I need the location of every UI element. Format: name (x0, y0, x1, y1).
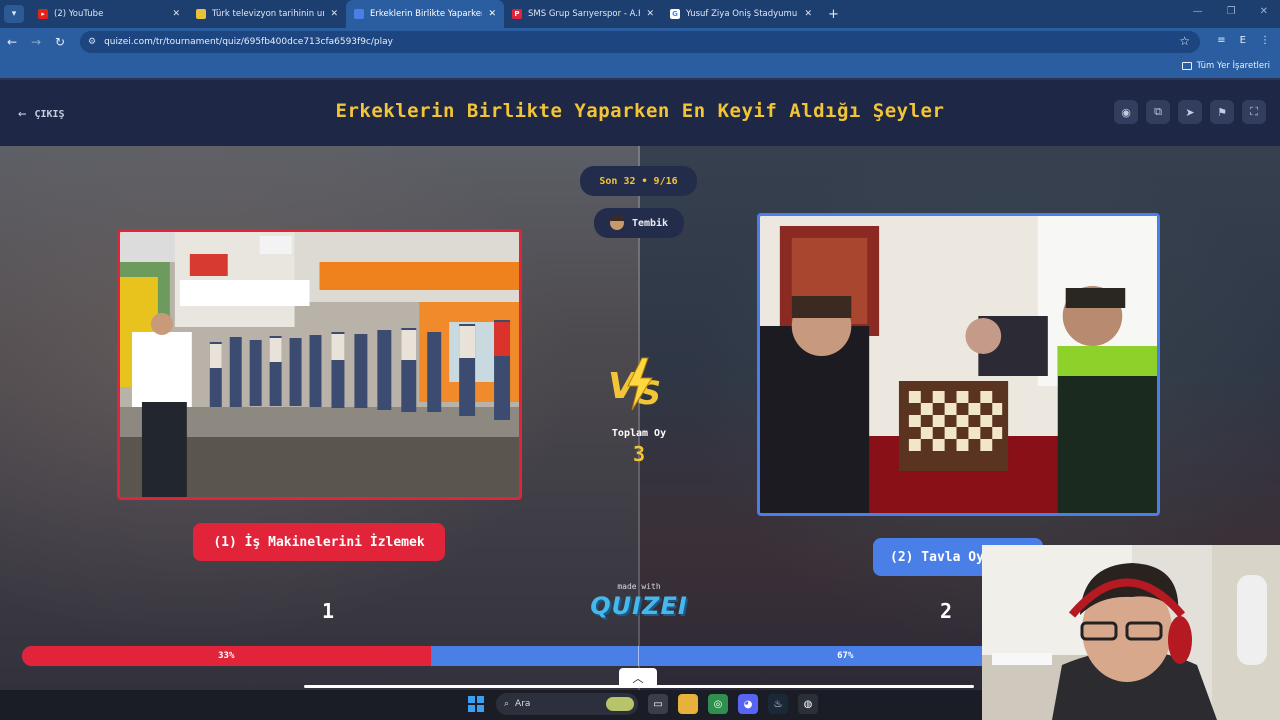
tab-youtube[interactable]: ▸ (2) YouTube ✕ (30, 0, 188, 28)
eye-icon[interactable]: ◉ (1114, 100, 1138, 124)
creator-name: Tembik (631, 217, 669, 229)
window-controls: — ❐ ✕ (1193, 6, 1268, 17)
tab-title: Yusuf Ziya Öniş Stadyumu - Google (686, 9, 798, 19)
option-1-percent-fill: 33% (22, 646, 431, 666)
quiz-header: ← ÇIKIŞ Erkeklerin Birlikte Yaparken En … (0, 78, 1280, 146)
search-icon: ⌕ (504, 699, 510, 709)
taskbar-search-input[interactable]: ⌕ Ara (496, 693, 638, 715)
youtube-favicon-icon: ▸ (38, 9, 48, 19)
tab-google-stadium[interactable]: G Yusuf Ziya Öniş Stadyumu - Google ✕ (662, 0, 820, 28)
restore-icon[interactable]: ❐ (1227, 6, 1236, 17)
quiz-title: Erkeklerin Birlikte Yaparken En Keyif Al… (335, 100, 945, 122)
streamer-webcam-video (982, 545, 1280, 720)
bookmarks-bar: Tüm Yer İşaretleri (0, 56, 1280, 78)
close-tab-icon[interactable]: ✕ (488, 9, 496, 19)
tab-title: (2) YouTube (54, 9, 104, 19)
creator-tag: Tembik (594, 208, 684, 238)
media-control-icon[interactable]: ≡ (1217, 35, 1225, 46)
round-indicator: Son 32 • 9/16 (580, 166, 697, 196)
option-2-vote-count: 2 (940, 599, 953, 623)
versus-lightning-icon: V S (608, 357, 661, 412)
windows-start-icon[interactable] (466, 694, 486, 714)
task-view-icon[interactable]: ▭ (648, 694, 668, 714)
progress-center-marker (638, 646, 639, 666)
search-highlight-icon (606, 697, 634, 711)
browser-toolbar: ← → ↻ ⚙ quizei.com/tr/tournament/quiz/69… (0, 28, 1280, 56)
site-settings-icon[interactable]: ⚙ (88, 37, 96, 47)
header-actions: ◉ ⧉ ➤ ⚑ ⛶ (1114, 100, 1266, 124)
quizei-favicon-icon (354, 9, 364, 19)
discord-icon[interactable]: ◕ (738, 694, 758, 714)
backgammon-players-photo (760, 216, 1157, 513)
toolbar-right: ≡ E ⋮ (1217, 35, 1270, 46)
tab-turk-televizyon[interactable]: Türk televizyon tarihinin unutulmaz ✕ (188, 0, 346, 28)
tab-title: SMS Grup Sarıyerspor - A.H. İğdır (528, 9, 640, 19)
close-tab-icon[interactable]: ✕ (330, 9, 338, 19)
street-crowd-photo (120, 232, 519, 497)
chrome-icon[interactable]: ◎ (708, 694, 728, 714)
p-favicon-icon: P (512, 9, 522, 19)
flag-icon[interactable]: ⚑ (1210, 100, 1234, 124)
option-1-button[interactable]: (1) İş Makinelerini İzlemek (193, 523, 445, 561)
tab-quizei-active[interactable]: Erkeklerin Birlikte Yaparken En Keyif ✕ (346, 0, 504, 28)
forward-arrow-icon[interactable]: → (24, 35, 48, 49)
bookmark-star-icon[interactable]: ☆ (1179, 34, 1190, 48)
folder-icon (1181, 62, 1192, 70)
address-bar[interactable]: ⚙ quizei.com/tr/tournament/quiz/695fb400… (80, 31, 1200, 53)
page-favicon-icon (196, 9, 206, 19)
send-icon[interactable]: ➤ (1178, 100, 1202, 124)
close-tab-icon[interactable]: ✕ (804, 9, 812, 19)
bottom-scroll-indicator (304, 685, 974, 688)
option-1-image[interactable] (117, 229, 522, 500)
webcam-overlay (982, 545, 1280, 720)
made-with-label: made with (617, 582, 661, 591)
minimize-icon[interactable]: — (1193, 6, 1203, 17)
tab-title: Erkeklerin Birlikte Yaparken En Keyif (370, 9, 482, 19)
total-votes-value: 3 (632, 442, 646, 466)
browser-tab-bar: ▾ ▸ (2) YouTube ✕ Türk televizyon tarihi… (0, 0, 1280, 28)
all-bookmarks-label: Tüm Yer İşaretleri (1196, 61, 1270, 71)
share-icon[interactable]: ⧉ (1146, 100, 1170, 124)
tab-title: Türk televizyon tarihinin unutulmaz (212, 9, 324, 19)
back-arrow-icon[interactable]: ← (0, 35, 24, 49)
all-bookmarks-button[interactable]: Tüm Yer İşaretleri (1181, 61, 1270, 71)
search-placeholder: Ara (515, 699, 531, 709)
close-tab-icon[interactable]: ✕ (646, 9, 654, 19)
close-tab-icon[interactable]: ✕ (172, 9, 180, 19)
option-2-image[interactable] (757, 213, 1160, 516)
taskbar-items: ⌕ Ara ▭ ◎ ◕ ♨ ◍ (466, 693, 818, 715)
menu-kebab-icon[interactable]: ⋮ (1260, 35, 1270, 46)
obs-icon[interactable]: ◍ (798, 694, 818, 714)
file-explorer-icon[interactable] (678, 694, 698, 714)
option-1-vote-count: 1 (322, 599, 335, 623)
close-window-icon[interactable]: ✕ (1260, 6, 1268, 17)
url-text: quizei.com/tr/tournament/quiz/695fb400dc… (104, 37, 393, 47)
tab-sms-grup[interactable]: P SMS Grup Sarıyerspor - A.H. İğdır ✕ (504, 0, 662, 28)
reload-icon[interactable]: ↻ (48, 35, 72, 49)
quizei-logo: QUIZEI (590, 592, 688, 620)
new-tab-icon[interactable]: + (828, 7, 839, 22)
profile-avatar[interactable]: E (1240, 35, 1246, 46)
fullscreen-icon[interactable]: ⛶ (1242, 100, 1266, 124)
google-favicon-icon: G (670, 9, 680, 19)
total-votes-label: Toplam Oy (611, 428, 667, 439)
tab-search-button[interactable]: ▾ (4, 5, 24, 23)
steam-icon[interactable]: ♨ (768, 694, 788, 714)
creator-avatar-icon (609, 216, 624, 230)
screen: ▾ ▸ (2) YouTube ✕ Türk televizyon tarihi… (0, 0, 1280, 720)
